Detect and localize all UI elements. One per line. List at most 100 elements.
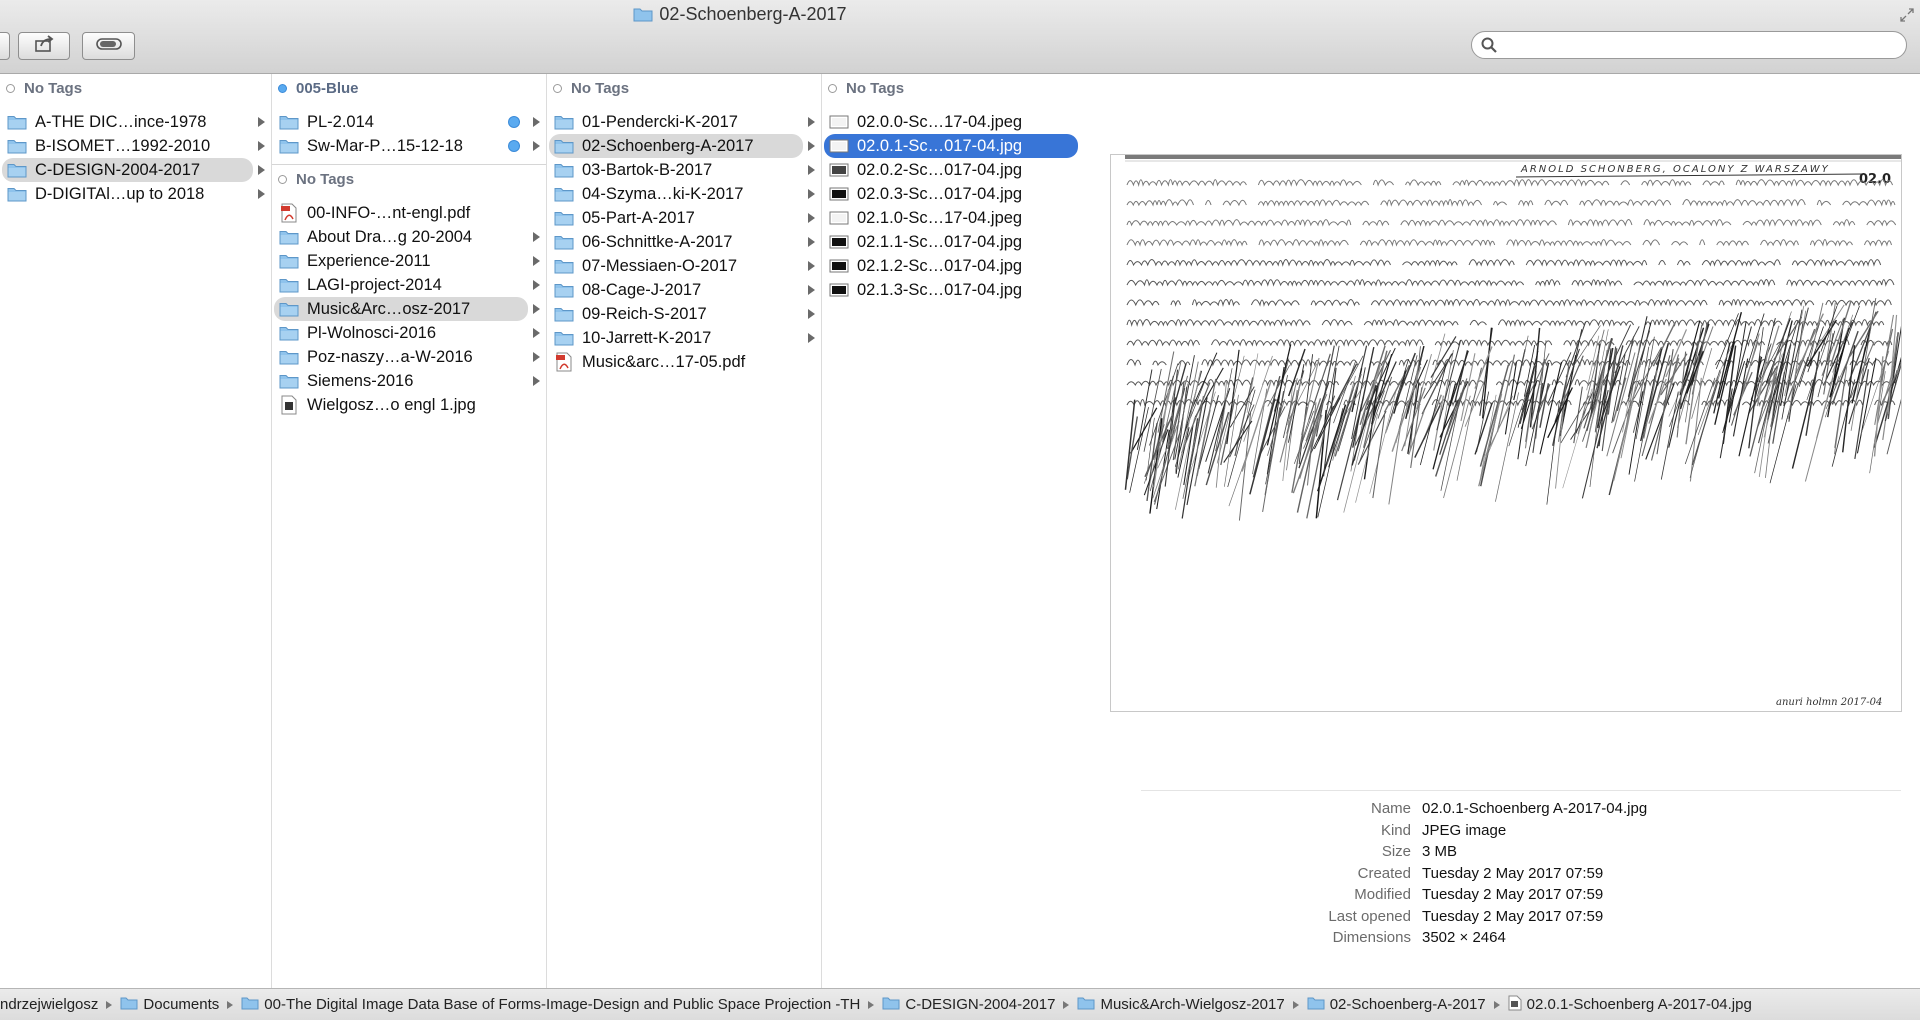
- disclosure-arrow-icon[interactable]: [533, 117, 540, 127]
- file-row[interactable]: Experience-2011: [272, 249, 546, 273]
- drawing-preview-image: ARNOLD SCHONBERG, OCALONY Z WARSZAWY 02.…: [1124, 155, 1901, 708]
- file-row[interactable]: A-THE DIC…ince-1978: [0, 110, 271, 134]
- tag-group-header[interactable]: No Tags: [822, 74, 1096, 102]
- tag-group-header[interactable]: 005-Blue: [272, 74, 546, 102]
- tag-group-header[interactable]: No Tags: [547, 74, 821, 102]
- info-value: Tuesday 2 May 2017 07:59: [1422, 864, 1604, 882]
- disclosure-arrow-icon[interactable]: [258, 117, 265, 127]
- file-row[interactable]: 02-Schoenberg-A-2017: [547, 134, 821, 158]
- folder-icon: [882, 996, 900, 1014]
- file-row[interactable]: 02.0.3-Sc…017-04.jpg: [822, 182, 1096, 206]
- browser-column-3[interactable]: No Tags 01-Pendercki-K-2017 02-Schoenberg-…: [547, 74, 822, 988]
- file-row[interactable]: C-DESIGN-2004-2017: [0, 158, 271, 182]
- view-options-button[interactable]: [0, 32, 10, 60]
- disclosure-arrow-icon[interactable]: [808, 213, 815, 223]
- file-row[interactable]: Siemens-2016: [272, 369, 546, 393]
- path-separator-icon: [1292, 1000, 1299, 1009]
- file-row[interactable]: PL-2.014: [272, 110, 546, 134]
- file-row[interactable]: LAGI-project-2014: [272, 273, 546, 297]
- disclosure-arrow-icon[interactable]: [808, 261, 815, 271]
- file-row[interactable]: 04-Szyma…ki-K-2017: [547, 182, 821, 206]
- tags-button[interactable]: [82, 32, 135, 60]
- folder-icon: [278, 301, 300, 317]
- path-crumb-label: Music&Arch-Wielgosz-2017: [1100, 996, 1285, 1013]
- file-row[interactable]: 07-Messiaen-O-2017: [547, 254, 821, 278]
- search-input[interactable]: [1502, 35, 1902, 57]
- path-crumb[interactable]: Documents: [120, 996, 219, 1014]
- disclosure-arrow-icon[interactable]: [808, 165, 815, 175]
- file-row[interactable]: B-ISOMET…1992-2010: [0, 134, 271, 158]
- disclosure-arrow-icon[interactable]: [808, 141, 815, 151]
- file-row[interactable]: D-DIGITAl…up to 2018: [0, 182, 271, 206]
- disclosure-arrow-icon[interactable]: [808, 189, 815, 199]
- browser-column-2[interactable]: 005-Blue PL-2.014 Sw-Mar-P…15-12-18 No Tags…: [272, 74, 547, 988]
- file-row[interactable]: 02.1.2-Sc…017-04.jpg: [822, 254, 1096, 278]
- disclosure-arrow-icon[interactable]: [533, 280, 540, 290]
- disclosure-arrow-icon[interactable]: [808, 237, 815, 247]
- file-row[interactable]: 02.1.3-Sc…017-04.jpg: [822, 278, 1096, 302]
- browser-column-1[interactable]: No Tags A-THE DIC…ince-1978 B-ISOMET…1992-…: [0, 74, 272, 988]
- file-row[interactable]: 06-Schnittke-A-2017: [547, 230, 821, 254]
- disclosure-arrow-icon[interactable]: [533, 141, 540, 151]
- file-row[interactable]: Pl-Wolnosci-2016: [272, 321, 546, 345]
- file-name: 07-Messiaen-O-2017: [582, 256, 737, 275]
- file-row[interactable]: 02.0.2-Sc…017-04.jpg: [822, 158, 1096, 182]
- folder-icon: [553, 330, 575, 346]
- file-row[interactable]: 03-Bartok-B-2017: [547, 158, 821, 182]
- search-field[interactable]: [1471, 31, 1907, 59]
- file-row[interactable]: Music&arc…17-05.pdf: [547, 350, 821, 374]
- disclosure-arrow-icon[interactable]: [533, 376, 540, 386]
- file-name: A-THE DIC…ince-1978: [35, 112, 207, 131]
- tag-dot-icon: [553, 83, 562, 93]
- share-button[interactable]: [18, 32, 70, 60]
- file-row[interactable]: 09-Reich-S-2017: [547, 302, 821, 326]
- path-crumb[interactable]: ndrzejwielgosz: [0, 996, 98, 1013]
- file-row[interactable]: 02.1.0-Sc…17-04.jpeg: [822, 206, 1096, 230]
- file-name: 02-Schoenberg-A-2017: [582, 136, 754, 155]
- file-name: About Dra…g 20-2004: [307, 227, 473, 246]
- file-name: 02.0.1-Sc…017-04.jpg: [857, 136, 1023, 155]
- tag-group-header[interactable]: No Tags: [272, 165, 546, 193]
- file-row[interactable]: 01-Pendercki-K-2017: [547, 110, 821, 134]
- disclosure-arrow-icon[interactable]: [533, 256, 540, 266]
- file-row[interactable]: 02.0.0-Sc…17-04.jpeg: [822, 110, 1096, 134]
- disclosure-arrow-icon[interactable]: [808, 117, 815, 127]
- disclosure-arrow-icon[interactable]: [808, 285, 815, 295]
- file-row[interactable]: 10-Jarrett-K-2017: [547, 326, 821, 350]
- disclosure-arrow-icon[interactable]: [808, 309, 815, 319]
- disclosure-arrow-icon[interactable]: [258, 165, 265, 175]
- file-row[interactable]: 05-Part-A-2017: [547, 206, 821, 230]
- file-row[interactable]: Poz-naszy…a-W-2016: [272, 345, 546, 369]
- info-row: Dimensions 3502 × 2464: [1096, 927, 1920, 949]
- disclosure-arrow-icon[interactable]: [533, 328, 540, 338]
- file-row[interactable]: About Dra…g 20-2004: [272, 225, 546, 249]
- image-preview[interactable]: ARNOLD SCHONBERG, OCALONY Z WARSZAWY 02.…: [1110, 154, 1902, 712]
- folder-icon: [120, 996, 138, 1014]
- browser-column-4[interactable]: No Tags 02.0.0-Sc…17-04.jpeg 02.0.1-Sc…017…: [822, 74, 1097, 988]
- file-row[interactable]: Sw-Mar-P…15-12-18: [272, 134, 546, 158]
- file-row[interactable]: Wielgosz…o engl 1.jpg: [272, 393, 546, 417]
- tag-group-label: 005-Blue: [296, 79, 359, 97]
- file-row[interactable]: 02.0.1-Sc…017-04.jpg: [822, 134, 1096, 158]
- file-row[interactable]: Music&Arc…osz-2017: [272, 297, 546, 321]
- tag-group-label: No Tags: [296, 170, 355, 188]
- path-crumb[interactable]: C-DESIGN-2004-2017: [882, 996, 1055, 1014]
- info-key: Modified: [1354, 886, 1411, 904]
- path-crumb[interactable]: 00-The Digital Image Data Base of Forms-…: [241, 996, 860, 1014]
- disclosure-arrow-icon[interactable]: [808, 333, 815, 343]
- path-crumb[interactable]: 02-Schoenberg-A-2017: [1307, 996, 1486, 1014]
- disclosure-arrow-icon[interactable]: [533, 304, 540, 314]
- fullscreen-icon[interactable]: [1900, 8, 1914, 27]
- disclosure-arrow-icon[interactable]: [533, 232, 540, 242]
- path-crumb[interactable]: Music&Arch-Wielgosz-2017: [1077, 996, 1285, 1014]
- file-row[interactable]: 02.1.1-Sc…017-04.jpg: [822, 230, 1096, 254]
- disclosure-arrow-icon[interactable]: [258, 189, 265, 199]
- info-key: Dimensions: [1332, 929, 1411, 947]
- file-row[interactable]: 00-INFO-…nt-engl.pdf: [272, 201, 546, 225]
- tag-group-header[interactable]: No Tags: [0, 74, 271, 102]
- path-crumb[interactable]: 02.0.1-Schoenberg A-2017-04.jpg: [1508, 995, 1752, 1015]
- path-crumb-label: 02-Schoenberg-A-2017: [1329, 996, 1486, 1013]
- disclosure-arrow-icon[interactable]: [533, 352, 540, 362]
- disclosure-arrow-icon[interactable]: [258, 141, 265, 151]
- file-row[interactable]: 08-Cage-J-2017: [547, 278, 821, 302]
